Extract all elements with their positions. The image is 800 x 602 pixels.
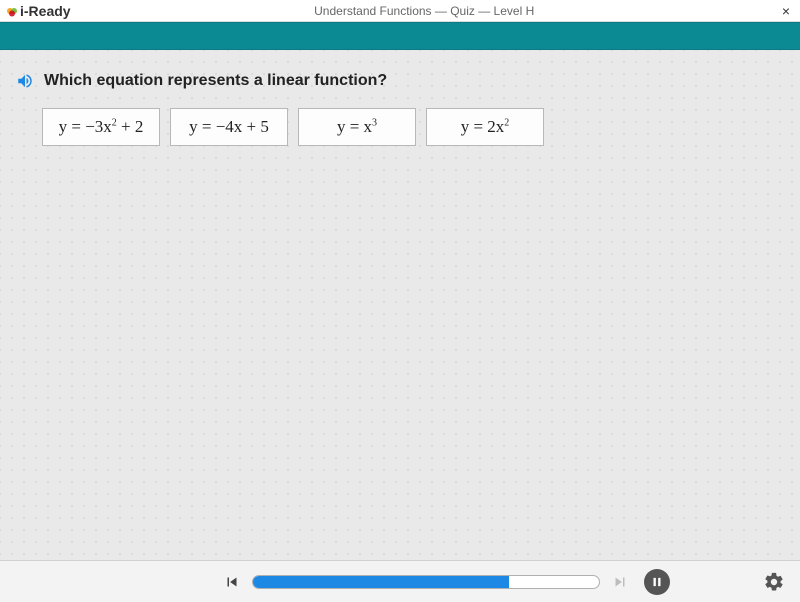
- brand-text: i-Ready: [20, 3, 71, 19]
- skip-next-icon: [610, 572, 630, 592]
- skip-previous-icon[interactable]: [222, 572, 242, 592]
- settings-button[interactable]: [762, 570, 786, 594]
- option-d[interactable]: y = 2x2: [426, 108, 544, 146]
- content-area: Which equation represents a linear funct…: [0, 50, 800, 560]
- options-row: y = −3x2 + 2 y = −4x + 5 y = x3 y = 2x2: [16, 108, 784, 146]
- brand-mark-icon: [6, 5, 18, 17]
- title-bar: i-Ready Understand Functions — Quiz — Le…: [0, 0, 800, 22]
- progress-bar[interactable]: [252, 575, 600, 589]
- footer-controls: [0, 560, 800, 602]
- pause-button[interactable]: [644, 569, 670, 595]
- option-b[interactable]: y = −4x + 5: [170, 108, 288, 146]
- brand-logo: i-Ready: [6, 3, 71, 19]
- option-c[interactable]: y = x3: [298, 108, 416, 146]
- question-text: Which equation represents a linear funct…: [44, 72, 387, 90]
- question-row: Which equation represents a linear funct…: [16, 72, 784, 90]
- banner: [0, 22, 800, 50]
- progress-fill: [253, 576, 509, 588]
- close-button[interactable]: ×: [778, 3, 794, 19]
- page-title: Understand Functions — Quiz — Level H: [71, 4, 778, 18]
- audio-icon[interactable]: [16, 72, 34, 90]
- option-a[interactable]: y = −3x2 + 2: [42, 108, 160, 146]
